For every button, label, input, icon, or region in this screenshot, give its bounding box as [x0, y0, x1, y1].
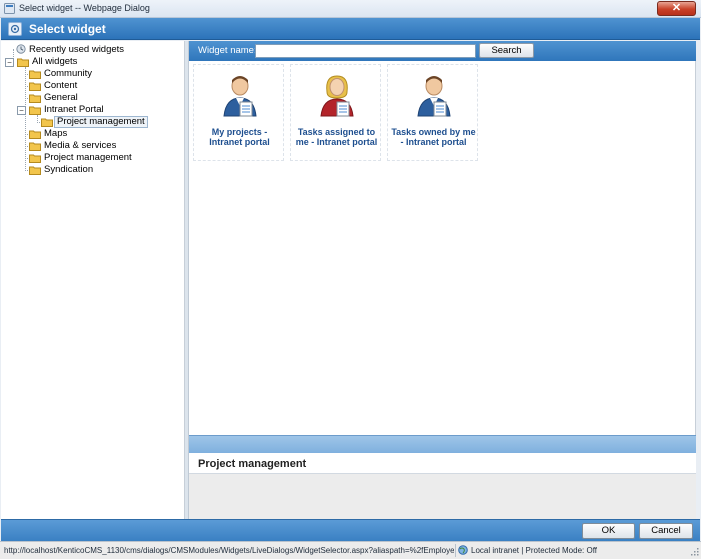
- ok-button[interactable]: OK: [582, 523, 635, 539]
- tree-item-label: Content: [44, 80, 78, 91]
- collapse-toggle[interactable]: −: [5, 58, 14, 67]
- folder-icon: [29, 82, 41, 91]
- ie-icon: [4, 3, 15, 14]
- folder-icon: [29, 70, 41, 79]
- folder-icon: [29, 154, 41, 163]
- category-tree: Recently used widgets − All widgets Comm…: [1, 41, 185, 519]
- tree-item-intranet-project-management[interactable]: Project management: [41, 116, 181, 128]
- folder-icon: [29, 166, 41, 175]
- status-bar: http://localhost/KenticoCMS_1130/cms/dia…: [0, 541, 701, 559]
- widget-name-input[interactable]: [255, 44, 476, 58]
- collapse-toggle[interactable]: −: [17, 106, 26, 115]
- tree-item-media-services[interactable]: Media & services: [29, 140, 169, 152]
- folder-icon: [41, 118, 53, 127]
- tree-item-label: Recently used widgets: [29, 44, 125, 55]
- tree-item-project-management[interactable]: Project management: [29, 152, 169, 164]
- dialog-header: Select widget: [1, 18, 700, 40]
- description-body: [189, 474, 696, 519]
- tree-item-label: General: [44, 92, 78, 103]
- widget-dialog-icon: [8, 22, 22, 36]
- widget-label: My projects - Intranet portal: [209, 127, 270, 147]
- tree-item-general[interactable]: General: [29, 92, 169, 104]
- tree-item-label: Community: [44, 68, 93, 79]
- tree-item-label: Maps: [44, 128, 68, 139]
- status-url: http://localhost/KenticoCMS_1130/cms/dia…: [4, 546, 454, 555]
- search-bar: Widget name: Search: [189, 41, 696, 61]
- status-separator: [455, 544, 456, 557]
- dialog-footer: OK Cancel: [1, 519, 700, 541]
- tree-item-recently-used[interactable]: Recently used widgets: [15, 44, 175, 56]
- widget-list: My projects - Intranet portal Tasks assi…: [189, 61, 696, 435]
- recent-widgets-icon: [16, 44, 26, 54]
- folder-icon: [29, 142, 41, 151]
- description-title: Project management: [198, 458, 307, 470]
- window-titlebar: Select widget -- Webpage Dialog ✕: [0, 0, 701, 18]
- user-document-icon: [417, 76, 451, 117]
- tree-item-label: Syndication: [44, 164, 94, 175]
- search-button[interactable]: Search: [479, 43, 534, 58]
- dialog-title: Select widget: [29, 22, 106, 36]
- close-icon: ✕: [671, 2, 682, 14]
- tree-item-syndication[interactable]: Syndication: [29, 164, 169, 176]
- folder-open-icon: [29, 106, 41, 115]
- widget-label: Tasks owned by me - Intranet portal: [391, 127, 476, 147]
- widget-label: Tasks assigned to me - Intranet portal: [295, 127, 378, 147]
- tree-item-label: Project management: [44, 152, 132, 163]
- description-header-bar: [189, 435, 696, 453]
- tree-item-content[interactable]: Content: [29, 80, 169, 92]
- folder-open-icon: [17, 58, 29, 67]
- widget-tile-my-projects[interactable]: My projects - Intranet portal: [193, 64, 284, 161]
- folder-icon: [29, 94, 41, 103]
- tree-item-label: Media & services: [44, 140, 117, 151]
- tree-item-all-widgets[interactable]: − All widgets: [5, 56, 175, 68]
- tree-item-maps[interactable]: Maps: [29, 128, 169, 140]
- user-female-document-icon: [320, 75, 354, 117]
- local-intranet-icon: [458, 545, 468, 555]
- search-label: Widget name:: [198, 45, 257, 56]
- description-title-bar: Project management: [189, 453, 696, 474]
- tree-item-community[interactable]: Community: [29, 68, 169, 80]
- tree-item-label-selected: Project management: [54, 116, 148, 128]
- tree-item-label: All widgets: [32, 56, 78, 67]
- resize-grip-icon[interactable]: [690, 547, 699, 556]
- widget-tile-tasks-owned[interactable]: Tasks owned by me - Intranet portal: [387, 64, 478, 161]
- tree-item-intranet-portal[interactable]: − Intranet Portal: [17, 104, 167, 116]
- status-zone: Local intranet | Protected Mode: Off: [471, 546, 597, 555]
- window-title: Select widget -- Webpage Dialog: [19, 3, 150, 13]
- folder-icon: [29, 130, 41, 139]
- user-document-icon: [223, 76, 257, 117]
- widget-tile-tasks-assigned[interactable]: Tasks assigned to me - Intranet portal: [290, 64, 381, 161]
- tree-item-label: Intranet Portal: [44, 104, 104, 115]
- window-close-button[interactable]: ✕: [657, 1, 696, 16]
- cancel-button[interactable]: Cancel: [639, 523, 693, 539]
